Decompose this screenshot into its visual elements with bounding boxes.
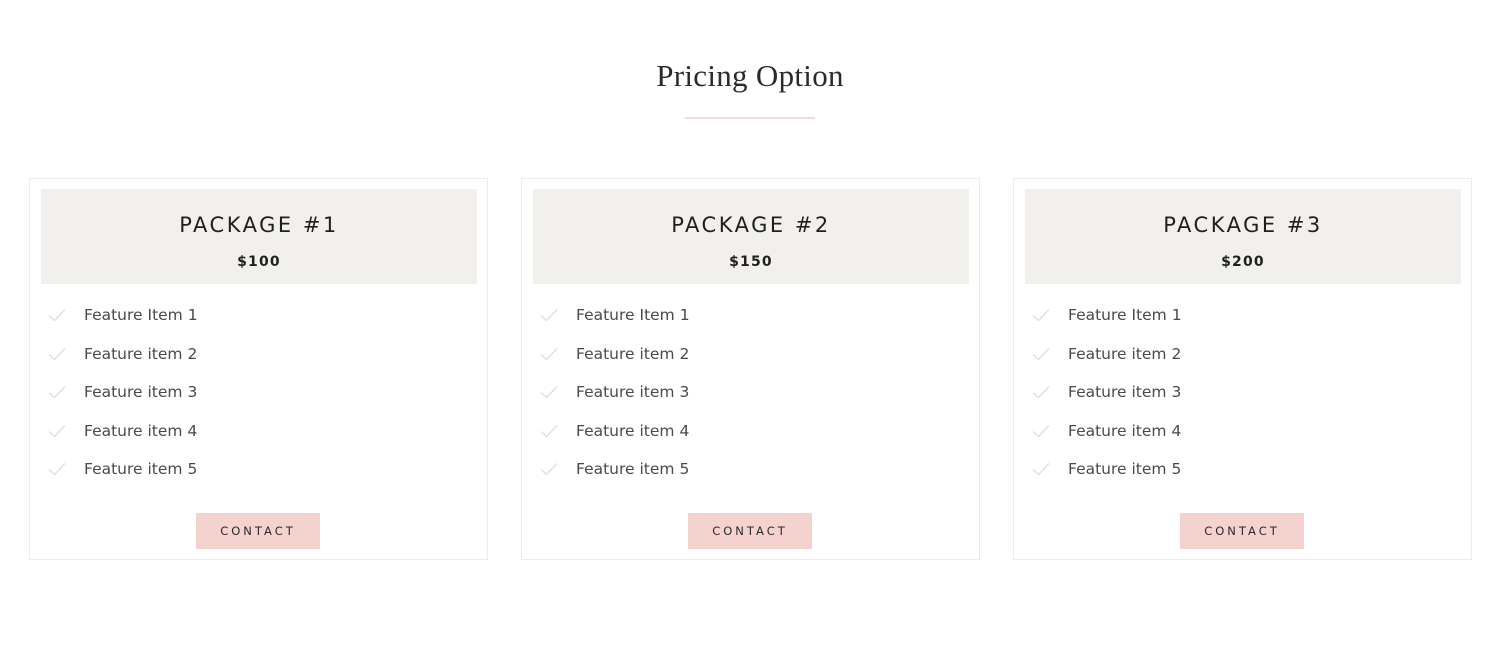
package-name: PACKAGE #1 (179, 213, 339, 237)
title-divider (685, 117, 815, 119)
feature-item: Feature Item 1 (1032, 296, 1182, 335)
check-icon (540, 309, 558, 322)
pricing-cards: PACKAGE #1 $100 Feature Item 1 Feature i… (29, 178, 1472, 560)
feature-label: Feature item 4 (576, 421, 690, 440)
pricing-card-2: PACKAGE #2 $150 Feature Item 1 Feature i… (521, 178, 980, 560)
check-icon (1032, 386, 1050, 399)
feature-item: Feature item 5 (540, 450, 690, 489)
feature-label: Feature item 2 (576, 344, 690, 363)
card-header: PACKAGE #1 $100 (41, 189, 477, 284)
feature-list: Feature Item 1 Feature item 2 Feature it… (48, 296, 198, 489)
feature-label: Feature item 3 (84, 383, 198, 402)
feature-label: Feature item 3 (1068, 383, 1182, 402)
check-icon (1032, 309, 1050, 322)
feature-item: Feature item 4 (1032, 412, 1182, 451)
package-name: PACKAGE #3 (1163, 213, 1323, 237)
feature-label: Feature item 5 (576, 460, 690, 479)
feature-item: Feature item 3 (1032, 373, 1182, 412)
check-icon (1032, 347, 1050, 361)
feature-label: Feature item 4 (84, 421, 198, 440)
feature-item: Feature item 2 (48, 335, 198, 374)
feature-list: Feature Item 1 Feature item 2 Feature it… (540, 296, 690, 489)
check-icon (48, 463, 66, 476)
feature-label: Feature Item 1 (576, 306, 690, 325)
feature-list: Feature Item 1 Feature item 2 Feature it… (1032, 296, 1182, 489)
check-icon (540, 347, 558, 361)
package-name: PACKAGE #2 (671, 213, 831, 237)
check-icon (48, 347, 66, 361)
check-icon (540, 424, 558, 438)
check-icon (48, 309, 66, 322)
feature-item: Feature item 3 (540, 373, 690, 412)
feature-label: Feature item 3 (576, 383, 690, 402)
pricing-card-3: PACKAGE #3 $200 Feature Item 1 Feature i… (1013, 178, 1472, 560)
feature-label: Feature item 2 (1068, 344, 1182, 363)
card-header: PACKAGE #2 $150 (533, 189, 969, 284)
check-icon (1032, 424, 1050, 438)
feature-label: Feature item 5 (1068, 460, 1182, 479)
feature-label: Feature item 4 (1068, 421, 1182, 440)
feature-label: Feature item 5 (84, 460, 198, 479)
check-icon (540, 463, 558, 476)
contact-button[interactable]: CONTACT (688, 513, 812, 549)
package-price: $100 (237, 254, 281, 270)
check-icon (48, 386, 66, 399)
card-header: PACKAGE #3 $200 (1025, 189, 1461, 284)
feature-item: Feature Item 1 (48, 296, 198, 335)
feature-item: Feature item 4 (540, 412, 690, 451)
feature-item: Feature item 5 (48, 450, 198, 489)
check-icon (1032, 463, 1050, 476)
feature-label: Feature Item 1 (84, 306, 198, 325)
feature-label: Feature item 2 (84, 344, 198, 363)
feature-item: Feature item 4 (48, 412, 198, 451)
package-price: $150 (729, 254, 773, 270)
feature-item: Feature Item 1 (540, 296, 690, 335)
feature-label: Feature Item 1 (1068, 306, 1182, 325)
package-price: $200 (1221, 254, 1265, 270)
contact-button[interactable]: CONTACT (1180, 513, 1304, 549)
pricing-card-1: PACKAGE #1 $100 Feature Item 1 Feature i… (29, 178, 488, 560)
feature-item: Feature item 2 (1032, 335, 1182, 374)
contact-button[interactable]: CONTACT (196, 513, 320, 549)
feature-item: Feature item 2 (540, 335, 690, 374)
feature-item: Feature item 5 (1032, 450, 1182, 489)
section-title: Pricing Option (656, 58, 844, 93)
feature-item: Feature item 3 (48, 373, 198, 412)
check-icon (540, 386, 558, 399)
check-icon (48, 424, 66, 438)
